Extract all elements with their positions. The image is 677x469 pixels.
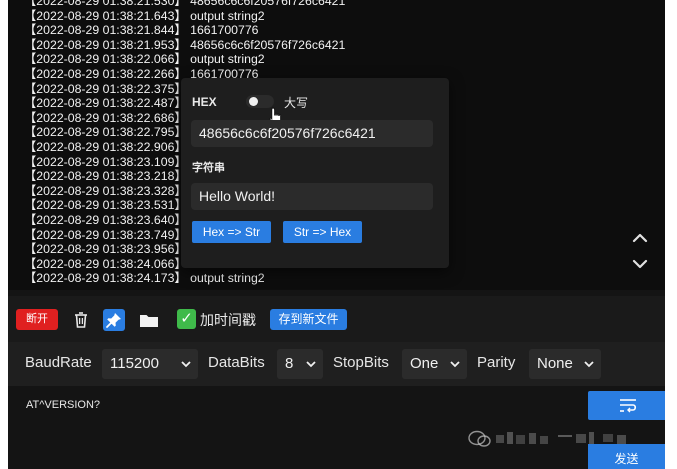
log-line: 【2022-08-29 01:38:22.487】 xyxy=(24,96,187,111)
log-line: 【2022-08-29 01:38:23.531】 xyxy=(24,198,187,213)
log-line: 【2022-08-29 01:38:21.953】 48656c6c6f2057… xyxy=(24,37,346,52)
hex-converter-popup: HEX 大写 48656c6c6f20576f726c6421 字符串 Hell… xyxy=(181,78,449,268)
log-line: 【2022-08-29 01:38:24.173】 output string2 xyxy=(24,271,265,286)
toggle-knob xyxy=(249,97,258,106)
parity-select[interactable]: None xyxy=(529,349,601,379)
log-line: 【2022-08-29 01:38:22.375】 xyxy=(24,81,187,96)
hex-to-str-button[interactable]: Hex => Str xyxy=(192,221,271,243)
scroll-controls xyxy=(629,230,651,272)
folder-icon[interactable] xyxy=(138,309,160,331)
log-line: 【2022-08-29 01:38:22.906】 xyxy=(24,140,187,154)
serial-settings-bar: BaudRate 115200 DataBits 8 StopBits One … xyxy=(8,342,665,386)
chevron-down-icon xyxy=(450,361,460,368)
text-wrap-icon xyxy=(620,399,637,413)
log-line: 【2022-08-29 01:38:21.643】 output string2 xyxy=(24,8,265,23)
log-line: 【2022-08-29 01:38:24.066】 xyxy=(24,256,187,271)
log-line: 【2022-08-29 01:38:21.844】 1661700776 xyxy=(24,23,259,38)
toolbar: 断开 ✓ 加时间戳 存到新文件 xyxy=(8,296,665,342)
timestamp-label: 加时间戳 xyxy=(200,312,256,328)
chevron-up-icon[interactable] xyxy=(629,230,651,246)
log-line: 【2022-08-29 01:38:23.749】 xyxy=(24,227,187,242)
stopbits-label: StopBits xyxy=(333,354,389,371)
send-button[interactable]: 发送 xyxy=(588,444,665,469)
log-line: 【2022-08-29 01:38:23.640】 xyxy=(24,213,187,227)
baudrate-select[interactable]: 115200 xyxy=(102,349,198,379)
chevron-down-icon xyxy=(181,361,191,368)
baudrate-value: 115200 xyxy=(110,355,159,372)
stopbits-value: One xyxy=(410,355,439,372)
log-line: 【2022-08-29 01:38:23.956】 xyxy=(24,242,187,257)
log-line: 【2022-08-29 01:38:22.686】 xyxy=(24,110,187,125)
databits-value: 8 xyxy=(285,355,294,372)
databits-select[interactable]: 8 xyxy=(277,349,323,379)
string-label: 字符串 xyxy=(192,162,225,174)
command-text[interactable]: AT^VERSION? xyxy=(26,399,100,411)
parity-label: Parity xyxy=(477,354,516,371)
uppercase-label: 大写 xyxy=(284,96,309,110)
checkbox-checked-icon[interactable]: ✓ xyxy=(177,309,196,329)
hex-label: HEX xyxy=(192,95,217,109)
hex-input[interactable]: 48656c6c6f20576f726c6421 xyxy=(191,120,433,147)
log-line: 【2022-08-29 01:38:23.109】 xyxy=(24,154,187,169)
log-line: 【2022-08-29 01:38:23.218】 xyxy=(24,169,187,184)
pin-icon[interactable] xyxy=(103,309,125,331)
log-line: 【2022-08-29 01:38:23.328】 xyxy=(24,183,187,198)
log-line: 【2022-08-29 01:38:21.530】 48656c6c6f2057… xyxy=(24,0,346,8)
log-line: 【2022-08-29 01:38:22.066】 output string2 xyxy=(24,52,265,67)
serial-tool-window: 【2022-08-29 01:38:21.530】 48656c6c6f2057… xyxy=(8,0,665,469)
line-wrap-button[interactable] xyxy=(588,391,665,420)
stopbits-select[interactable]: One xyxy=(402,349,467,379)
chevron-down-icon[interactable] xyxy=(629,256,651,272)
baudrate-label: BaudRate xyxy=(25,354,92,371)
trash-icon[interactable] xyxy=(70,309,92,331)
str-to-hex-button[interactable]: Str => Hex xyxy=(283,221,362,243)
save-to-new-file-button[interactable]: 存到新文件 xyxy=(270,309,347,330)
log-panel: 【2022-08-29 01:38:21.530】 48656c6c6f2057… xyxy=(8,0,665,290)
log-line: 【2022-08-29 01:38:22.795】 xyxy=(24,125,187,140)
chevron-down-icon xyxy=(306,361,316,368)
disconnect-button[interactable]: 断开 xyxy=(16,309,58,330)
databits-label: DataBits xyxy=(208,354,265,371)
parity-value: None xyxy=(537,355,573,372)
string-input[interactable]: Hello World! xyxy=(191,183,433,210)
command-input-area[interactable]: AT^VERSION? 发送 xyxy=(8,386,665,469)
chevron-down-icon xyxy=(584,361,594,368)
